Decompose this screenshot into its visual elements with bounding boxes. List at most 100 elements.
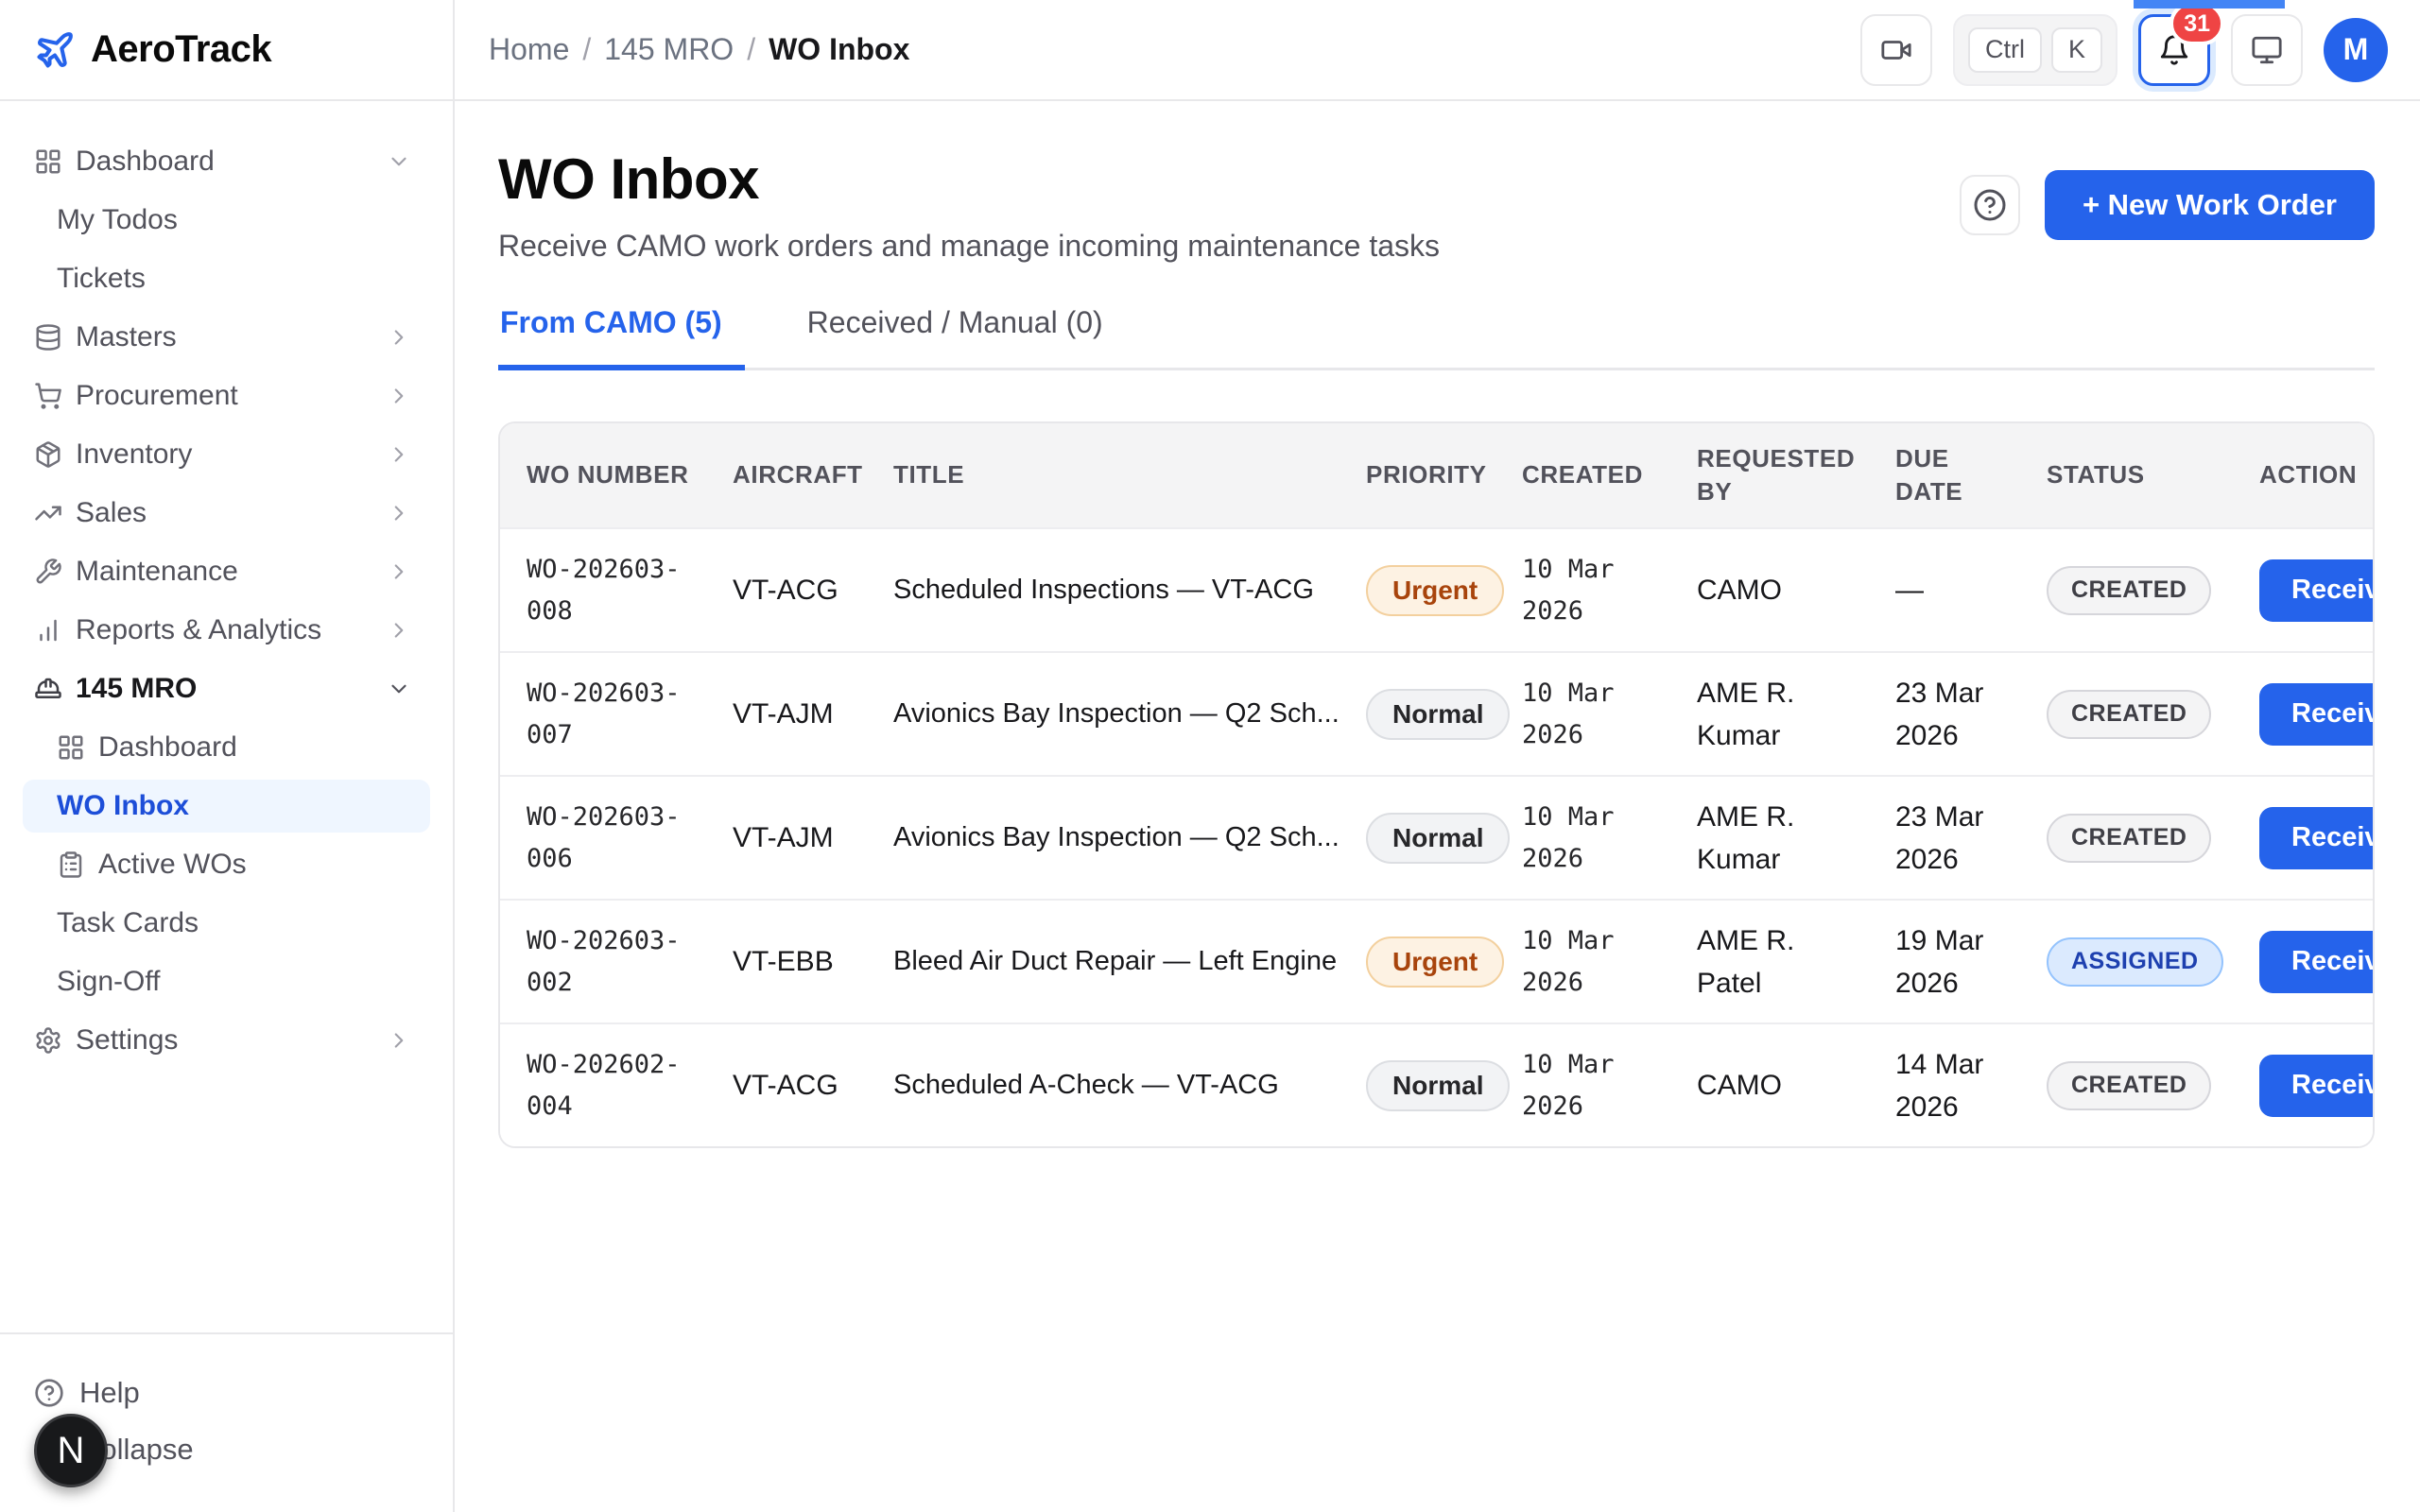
sidebar-item-label: Reports & Analytics: [76, 614, 321, 646]
chevron-down-icon: [387, 149, 411, 174]
aircraft-cell: VT-AJM: [706, 693, 867, 735]
sidebar-item-wo-inbox[interactable]: WO Inbox: [23, 780, 430, 833]
monitor-icon: [2251, 34, 2283, 66]
command-shortcut-button[interactable]: Ctrl K: [1953, 14, 2118, 86]
page-subtitle: Receive CAMO work orders and manage inco…: [498, 229, 1440, 264]
tab-received-manual[interactable]: Received / Manual (0): [805, 305, 1126, 370]
title-cell: Scheduled A-Check — VT-ACG: [867, 1070, 1340, 1101]
action-cell: Receive: [2233, 807, 2373, 869]
tab-bar: From CAMO (5) Received / Manual (0): [498, 305, 2375, 370]
receive-button[interactable]: Receive: [2259, 1055, 2375, 1117]
chevron-right-icon: [387, 442, 411, 467]
help-item[interactable]: Help: [23, 1366, 430, 1419]
status-cell: CREATED: [2020, 566, 2233, 615]
aircraft-cell: VT-ACG: [706, 569, 867, 611]
page-header: WO Inbox Receive CAMO work orders and ma…: [498, 146, 2375, 264]
status-badge: CREATED: [2047, 566, 2211, 615]
sidebar-item-maintenance[interactable]: Maintenance: [23, 545, 430, 598]
sidebar-item-procurement[interactable]: Procurement: [23, 369, 430, 422]
requested-by-cell: CAMO: [1670, 569, 1869, 611]
receive-button[interactable]: Receive: [2259, 683, 2375, 746]
sidebar-item-label: Procurement: [76, 380, 238, 412]
receive-button[interactable]: Receive: [2259, 559, 2375, 622]
table-row: WO-202603-002 VT-EBB Bleed Air Duct Repa…: [500, 899, 2373, 1022]
work-orders-table: WO NUMBER AIRCRAFT TITLE PRIORITY CREATE…: [498, 421, 2375, 1148]
sidebar-item-dashboard[interactable]: Dashboard: [23, 135, 430, 188]
display-button[interactable]: [2231, 14, 2303, 86]
sidebar-item-label: Tickets: [57, 263, 146, 295]
sidebar-nav: Dashboard My Todos Tickets Masters P: [0, 101, 453, 1332]
title-cell: Bleed Air Duct Repair — Left Engine: [867, 946, 1340, 977]
sidebar-item-masters[interactable]: Masters: [23, 311, 430, 364]
breadcrumb-145-mro[interactable]: 145 MRO: [604, 32, 734, 67]
hard-hat-icon: [34, 675, 62, 703]
tab-from-camo[interactable]: From CAMO (5): [498, 305, 745, 370]
package-icon: [34, 440, 62, 469]
chevron-right-icon: [387, 1028, 411, 1053]
action-cell: Receive: [2233, 559, 2373, 622]
top-notification-banner-sliver: [2134, 0, 2285, 9]
col-title: TITLE: [867, 458, 1340, 491]
receive-button[interactable]: Receive: [2259, 807, 2375, 869]
sidebar-item-my-todos[interactable]: My Todos: [23, 194, 430, 247]
brand-name: AeroTrack: [91, 28, 271, 71]
sidebar-item-settings[interactable]: Settings: [23, 1014, 430, 1067]
sidebar-item-reports-analytics[interactable]: Reports & Analytics: [23, 604, 430, 657]
requested-by-cell: AME R. Kumar: [1670, 796, 1869, 881]
created-cell: 10 Mar 2026: [1495, 673, 1670, 754]
chevron-right-icon: [387, 559, 411, 584]
action-cell: Receive: [2233, 931, 2373, 993]
sidebar-item-label: Sign-Off: [57, 966, 161, 998]
sidebar: AeroTrack Dashboard My Todos Tickets: [0, 0, 455, 1512]
grid-icon: [57, 733, 85, 762]
ctrl-key: Ctrl: [1968, 27, 2042, 73]
app-root: AeroTrack Dashboard My Todos Tickets: [0, 0, 2420, 1512]
breadcrumb-home[interactable]: Home: [489, 32, 569, 67]
new-work-order-button[interactable]: + New Work Order: [2045, 170, 2375, 240]
sidebar-item-145-mro[interactable]: 145 MRO: [23, 662, 430, 715]
notifications-button[interactable]: 31: [2138, 14, 2210, 86]
sidebar-item-sign-off[interactable]: Sign-Off: [23, 955, 430, 1008]
col-aircraft: AIRCRAFT: [706, 458, 867, 491]
sidebar-item-label: Masters: [76, 321, 177, 353]
sidebar-item-label: Active WOs: [98, 849, 247, 881]
created-cell: 10 Mar 2026: [1495, 920, 1670, 1002]
table-body: WO-202603-008 VT-ACG Scheduled Inspectio…: [500, 527, 2373, 1146]
sidebar-item-label: Dashboard: [76, 146, 215, 178]
avatar[interactable]: M: [2324, 18, 2388, 82]
sidebar-footer: Help Collapse N: [0, 1332, 453, 1512]
wrench-icon: [34, 558, 62, 586]
main-content: WO Inbox Receive CAMO work orders and ma…: [455, 101, 2420, 1512]
sidebar-item-sales[interactable]: Sales: [23, 487, 430, 540]
sidebar-item-task-cards[interactable]: Task Cards: [23, 897, 430, 950]
breadcrumb: Home / 145 MRO / WO Inbox: [489, 32, 909, 67]
receive-button[interactable]: Receive: [2259, 931, 2375, 993]
dev-overlay-button[interactable]: N: [34, 1414, 108, 1487]
chevron-right-icon: [387, 384, 411, 408]
aircraft-cell: VT-ACG: [706, 1064, 867, 1107]
table-row: WO-202603-006 VT-AJM Avionics Bay Inspec…: [500, 775, 2373, 899]
cart-icon: [34, 382, 62, 410]
created-cell: 10 Mar 2026: [1495, 797, 1670, 878]
brand-logo[interactable]: AeroTrack: [0, 0, 453, 101]
status-badge: CREATED: [2047, 690, 2211, 739]
aircraft-cell: VT-AJM: [706, 816, 867, 859]
sidebar-item-inventory[interactable]: Inventory: [23, 428, 430, 481]
sidebar-item-active-wos[interactable]: Active WOs: [23, 838, 430, 891]
sidebar-item-label: Sales: [76, 497, 147, 529]
action-cell: Receive: [2233, 1055, 2373, 1117]
video-camera-icon: [1880, 34, 1912, 66]
sidebar-item-tickets[interactable]: Tickets: [23, 252, 430, 305]
page-header-text: WO Inbox Receive CAMO work orders and ma…: [498, 146, 1440, 264]
col-requested-by: REQUESTED BY: [1670, 442, 1869, 508]
wo-number-cell: WO-202603-008: [500, 549, 706, 630]
sidebar-item-label: Dashboard: [98, 731, 237, 764]
status-badge: ASSIGNED: [2047, 937, 2223, 987]
page-help-button[interactable]: [1960, 175, 2020, 235]
k-key: K: [2051, 27, 2102, 73]
priority-cell: Normal: [1340, 689, 1495, 740]
status-cell: CREATED: [2020, 690, 2233, 739]
video-call-button[interactable]: [1860, 14, 1932, 86]
col-created: CREATED: [1495, 458, 1670, 491]
sidebar-item-mro-dashboard[interactable]: Dashboard: [23, 721, 430, 774]
